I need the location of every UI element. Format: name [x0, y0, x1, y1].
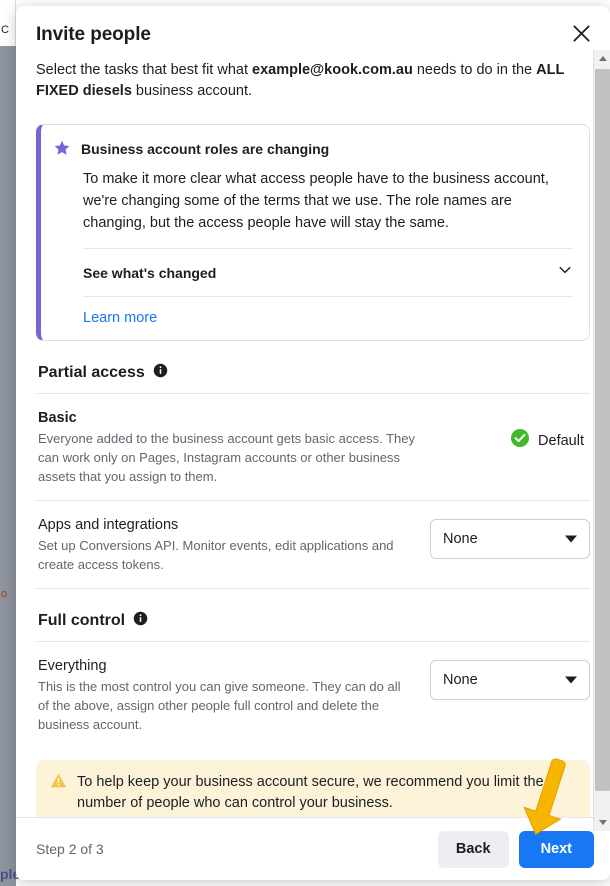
- permission-description: Everyone added to the business account g…: [38, 431, 415, 484]
- permission-name: Everything: [38, 658, 107, 674]
- check-circle-icon: [510, 428, 530, 453]
- permission-row-everything: Everything This is the most control you …: [36, 642, 590, 748]
- close-button[interactable]: [564, 18, 598, 52]
- background-text-fragment: C: [1, 24, 9, 36]
- chevron-down-icon: [565, 535, 577, 543]
- select-value: None: [443, 531, 478, 547]
- info-icon[interactable]: [153, 363, 168, 383]
- vertical-scrollbar[interactable]: [593, 50, 610, 831]
- subtitle-part-1: Select the tasks that best fit what: [36, 62, 252, 78]
- section-title: Partial access: [38, 364, 145, 381]
- invite-people-dialog: Invite people Select the tasks that best…: [16, 6, 610, 880]
- permission-control: None: [430, 515, 590, 559]
- warning-triangle-icon: [50, 772, 67, 794]
- permission-info: Basic Everyone added to the business acc…: [38, 408, 428, 486]
- permission-info: Everything This is the most control you …: [38, 656, 414, 734]
- footer-buttons: Back Next: [437, 830, 594, 868]
- subtitle-email: example@kook.com.au: [252, 62, 413, 78]
- notice-header: Business account roles are changing: [53, 125, 575, 162]
- back-button[interactable]: Back: [437, 830, 509, 868]
- see-whats-changed-label: See what's changed: [83, 264, 217, 281]
- roles-changing-notice: Business account roles are changing To m…: [36, 124, 590, 341]
- dialog-body: Business account roles are changing To m…: [16, 118, 610, 817]
- notice-title: Business account roles are changing: [81, 141, 330, 157]
- see-whats-changed-row[interactable]: See what's changed: [53, 249, 575, 296]
- permission-control: Default: [510, 408, 590, 453]
- default-status-badge: Default: [510, 412, 590, 453]
- subtitle-part-2: needs to do in the: [412, 62, 537, 78]
- chevron-down-icon: [565, 676, 577, 684]
- security-warning-banner: To help keep your business account secur…: [36, 760, 590, 817]
- section-title: Full control: [38, 612, 126, 629]
- backdrop-left-overlay: [0, 46, 16, 886]
- subtitle-part-3: business account.: [131, 83, 253, 99]
- close-icon: [572, 24, 591, 46]
- permission-name: Apps and integrations: [38, 517, 179, 533]
- permission-info: Apps and integrations Set up Conversions…: [38, 515, 414, 574]
- dialog-header: Invite people: [16, 6, 610, 52]
- next-button[interactable]: Next: [518, 830, 594, 868]
- permission-row-apps-and-integrations: Apps and integrations Set up Conversions…: [36, 501, 590, 588]
- notice-body-text: To make it more clear what access people…: [83, 171, 549, 231]
- dialog-footer: Step 2 of 3 Back Next: [16, 817, 610, 880]
- step-indicator: Step 2 of 3: [36, 841, 104, 857]
- permission-description: This is the most control you can give so…: [38, 679, 401, 732]
- default-label: Default: [538, 432, 584, 449]
- warning-text: To help keep your business account secur…: [77, 774, 544, 811]
- learn-more-link[interactable]: Learn more: [53, 297, 159, 340]
- scroll-up-arrow-icon[interactable]: [594, 50, 610, 67]
- permission-row-basic: Basic Everyone added to the business acc…: [36, 394, 590, 500]
- permission-description: Set up Conversions API. Monitor events, …: [38, 538, 394, 572]
- apps-and-integrations-select[interactable]: None: [430, 519, 590, 559]
- permission-name: Basic: [38, 410, 77, 426]
- dialog-subtitle: Select the tasks that best fit what exam…: [16, 52, 610, 102]
- scrollbar-thumb[interactable]: [595, 69, 610, 791]
- background-text-fragment: o: [1, 588, 8, 600]
- permission-control: None: [430, 656, 590, 700]
- section-header-full-control: Full control: [36, 589, 590, 641]
- chevron-down-icon: [557, 262, 573, 283]
- everything-select[interactable]: None: [430, 660, 590, 700]
- select-value: None: [443, 672, 478, 688]
- section-header-partial-access: Partial access: [36, 341, 590, 393]
- dialog-title: Invite people: [36, 24, 151, 45]
- star-icon: [53, 139, 71, 162]
- info-icon[interactable]: [133, 611, 148, 631]
- scroll-down-arrow-icon[interactable]: [594, 814, 610, 831]
